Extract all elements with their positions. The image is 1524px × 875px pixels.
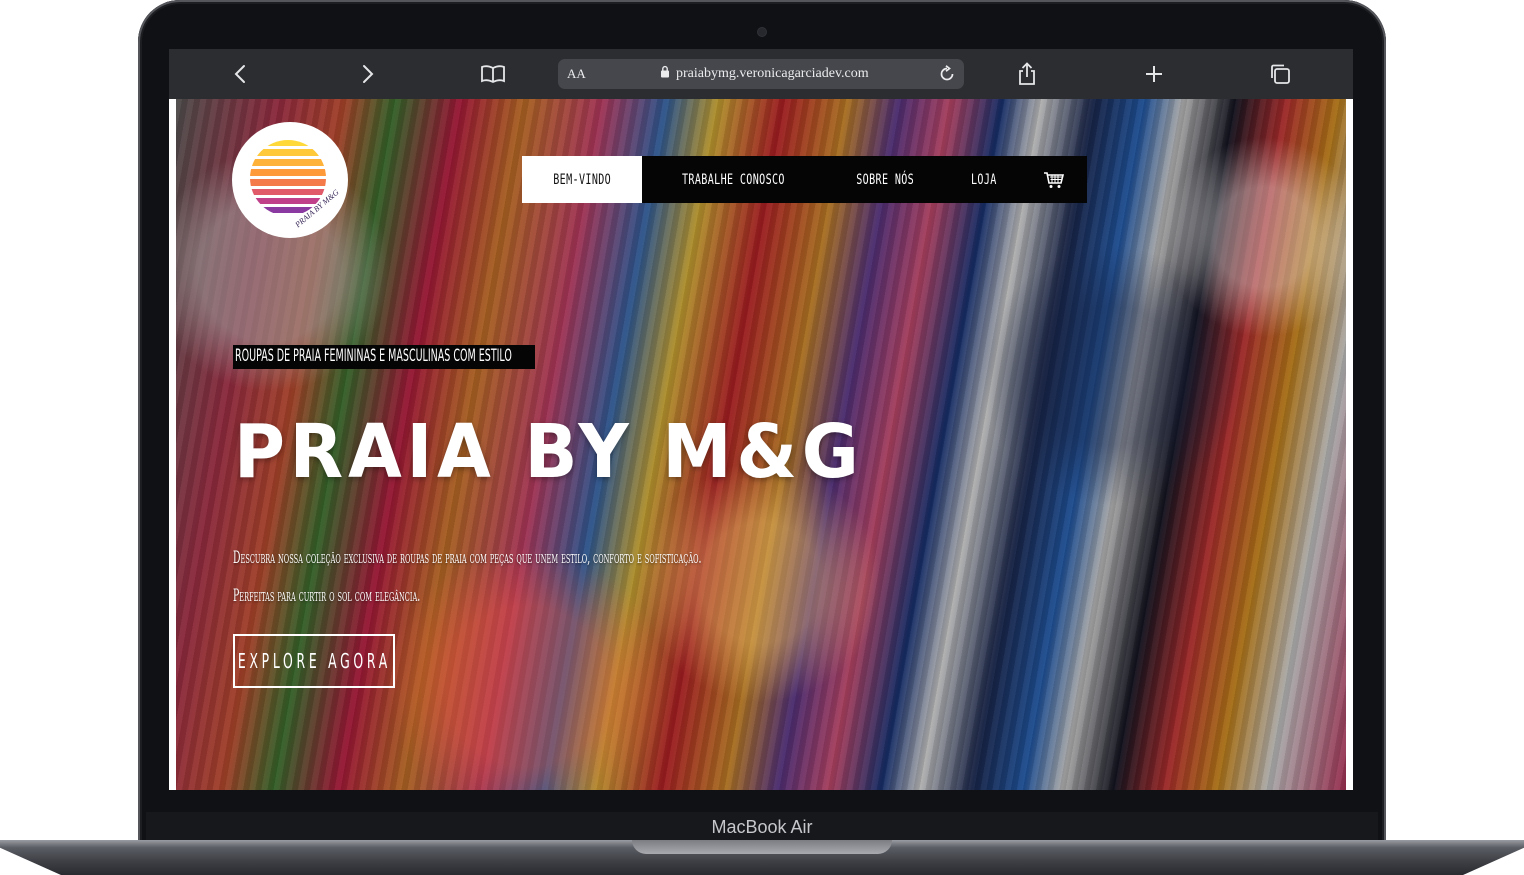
hero-description-line2: Perfeitas para curtir o sol com elegânci… xyxy=(233,586,421,606)
site-logo[interactable]: PRAIA BY M&G xyxy=(232,122,348,238)
nav-item-trabalhe-conosco[interactable]: Trabalhe conosco xyxy=(642,156,825,203)
url-text: praiabymg.veronicagarciadev.com xyxy=(676,66,869,81)
browser-toolbar: AA praiabymg.veronicagarciadev.com xyxy=(169,49,1353,99)
chevron-left-icon[interactable] xyxy=(226,59,256,89)
hero-section: PRAIA BY M&G Bem-vindo Trabalhe conosco … xyxy=(176,99,1346,790)
device-label: MacBook Air xyxy=(711,817,813,837)
book-icon[interactable] xyxy=(478,59,508,89)
plus-icon[interactable] xyxy=(1139,59,1169,89)
laptop-chin: MacBook Air xyxy=(146,812,1378,843)
nav-item-sobre-nos[interactable]: Sobre nós xyxy=(825,156,945,203)
cart-icon[interactable] xyxy=(1021,156,1087,203)
hero-tagline: Roupas de praia femininas e masculinas c… xyxy=(233,345,535,369)
camera-icon xyxy=(758,28,766,36)
reload-icon[interactable] xyxy=(936,63,958,85)
tabs-icon[interactable] xyxy=(1265,59,1295,89)
chevron-right-icon[interactable] xyxy=(352,59,382,89)
main-nav: Bem-vindo Trabalhe conosco Sobre nós Loj… xyxy=(522,156,1088,203)
share-icon[interactable] xyxy=(1012,59,1042,89)
lock-icon xyxy=(660,65,670,83)
explore-button[interactable]: Explore agora xyxy=(233,634,395,688)
screen: AA praiabymg.veronicagarciadev.com PRAIA… xyxy=(169,49,1353,790)
address-bar[interactable]: AA praiabymg.veronicagarciadev.com xyxy=(558,59,964,89)
nav-item-bem-vindo[interactable]: Bem-vindo xyxy=(522,156,643,203)
hero-description-line1: Descubra nossa coleção exclusiva de roup… xyxy=(233,548,702,568)
hero-description: Descubra nossa coleção exclusiva de roup… xyxy=(233,539,701,615)
nav-item-loja[interactable]: Loja xyxy=(946,156,1022,203)
hero-title: PRAIA BY M&G xyxy=(234,409,864,495)
laptop-hinge-notch xyxy=(632,840,892,854)
text-size-button[interactable]: AA xyxy=(567,66,586,82)
